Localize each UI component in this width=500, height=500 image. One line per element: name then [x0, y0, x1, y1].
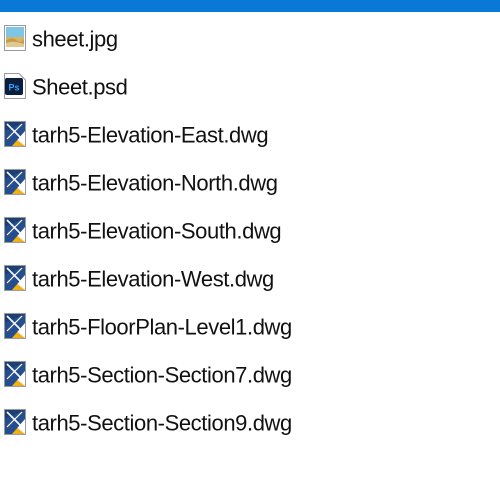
file-name: tarh5-Section-Section7.dwg: [32, 362, 292, 388]
file-name: tarh5-Elevation-East.dwg: [32, 122, 269, 148]
file-row-dwg-elevation-west[interactable]: tarh5-Elevation-West.dwg: [0, 256, 500, 304]
dwg-file-icon: [4, 169, 26, 195]
dwg-file-icon: [4, 409, 26, 435]
photoshop-file-icon: Ps: [4, 73, 26, 99]
dwg-file-icon: [4, 265, 26, 291]
file-name: tarh5-Elevation-South.dwg: [32, 218, 282, 244]
file-row-dwg-section9[interactable]: tarh5-Section-Section9.dwg: [0, 400, 500, 448]
selected-row-highlight[interactable]: [0, 0, 500, 12]
file-name: Sheet.psd: [32, 74, 128, 100]
dwg-file-icon: [4, 217, 26, 243]
file-row-dwg-elevation-north[interactable]: tarh5-Elevation-North.dwg: [0, 160, 500, 208]
file-name: tarh5-Elevation-West.dwg: [32, 266, 274, 292]
file-list: sheet.jpg Ps Sheet.psd tarh5-Elevation-E…: [0, 16, 500, 448]
image-file-icon: [4, 25, 26, 51]
file-row-dwg-elevation-south[interactable]: tarh5-Elevation-South.dwg: [0, 208, 500, 256]
file-row-sheet-psd[interactable]: Ps Sheet.psd: [0, 64, 500, 112]
svg-text:Ps: Ps: [8, 83, 19, 93]
file-name: sheet.jpg: [32, 26, 118, 52]
file-row-dwg-elevation-east[interactable]: tarh5-Elevation-East.dwg: [0, 112, 500, 160]
dwg-file-icon: [4, 121, 26, 147]
file-row-dwg-section7[interactable]: tarh5-Section-Section7.dwg: [0, 352, 500, 400]
dwg-file-icon: [4, 313, 26, 339]
file-name: tarh5-FloorPlan-Level1.dwg: [32, 314, 292, 340]
file-row-sheet-jpg[interactable]: sheet.jpg: [0, 16, 500, 64]
file-name: tarh5-Elevation-North.dwg: [32, 170, 278, 196]
file-name: tarh5-Section-Section9.dwg: [32, 410, 292, 436]
dwg-file-icon: [4, 361, 26, 387]
file-row-dwg-floorplan-level1[interactable]: tarh5-FloorPlan-Level1.dwg: [0, 304, 500, 352]
